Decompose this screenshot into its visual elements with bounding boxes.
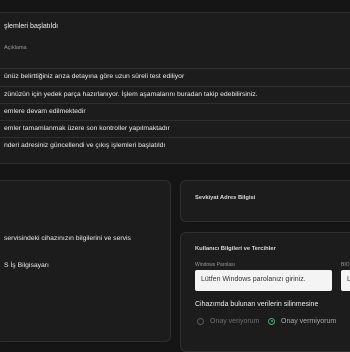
status-row-text: ünüz belirttiğiniz arıza detayına göre u… [4, 73, 185, 80]
user-credentials-title: Kullanıcı Bilgileri ve Tercihler [195, 246, 276, 252]
radio-checked-icon[interactable] [268, 317, 275, 325]
data-wipe-question: Cihazımda bulunan verilerin silinmesine [195, 301, 319, 308]
status-row: zünüzün için yedek parça hazırlanıyor. İ… [0, 86, 350, 103]
shipping-address-title: Sevkiyat Adres Bilgisi [195, 195, 256, 201]
status-row-text: emlere devam edilmektedir [4, 108, 86, 115]
status-row-text: nderi adresiniz güncellendi ve çıkış işl… [4, 142, 166, 149]
consent-no-label: Onay vermiyorum [281, 317, 337, 325]
shipping-address-panel [180, 180, 350, 222]
device-name: S İş Bilgisayarı [4, 262, 49, 269]
windows-password-input[interactable]: Lütfen Windows parolanızı giriniz. [195, 270, 332, 291]
windows-password-label: Windows Parolası [195, 262, 236, 268]
device-info-text: servisindeki cihazınızın bilgilerini ve … [4, 235, 131, 242]
second-field-label: BIO [341, 262, 350, 268]
consent-yes-label: Onay veriyorum [210, 317, 260, 325]
consent-yes-option[interactable]: Onay veriyorum [197, 316, 259, 326]
status-row: emler tamamlanmak üzere son kontroller y… [0, 120, 350, 137]
status-title: şlemleri başlatıldı [4, 23, 59, 30]
status-row: ünüz belirttiğiniz arıza detayına göre u… [0, 68, 350, 85]
status-row-text: emler tamamlanmak üzere son kontroller y… [4, 125, 170, 132]
device-info-panel [0, 180, 171, 342]
status-row: emlere devam edilmektedir [0, 103, 350, 120]
status-row: nderi adresiniz güncellendi ve çıkış işl… [0, 137, 350, 154]
radio-unchecked-icon[interactable] [197, 317, 204, 325]
second-field-input[interactable]: L [341, 270, 350, 291]
status-row-text: zünüzün için yedek parça hazırlanıyor. İ… [4, 91, 258, 98]
description-column-header: Açıklama [4, 45, 27, 51]
consent-no-option[interactable]: Onay vermiyorum [268, 316, 336, 326]
